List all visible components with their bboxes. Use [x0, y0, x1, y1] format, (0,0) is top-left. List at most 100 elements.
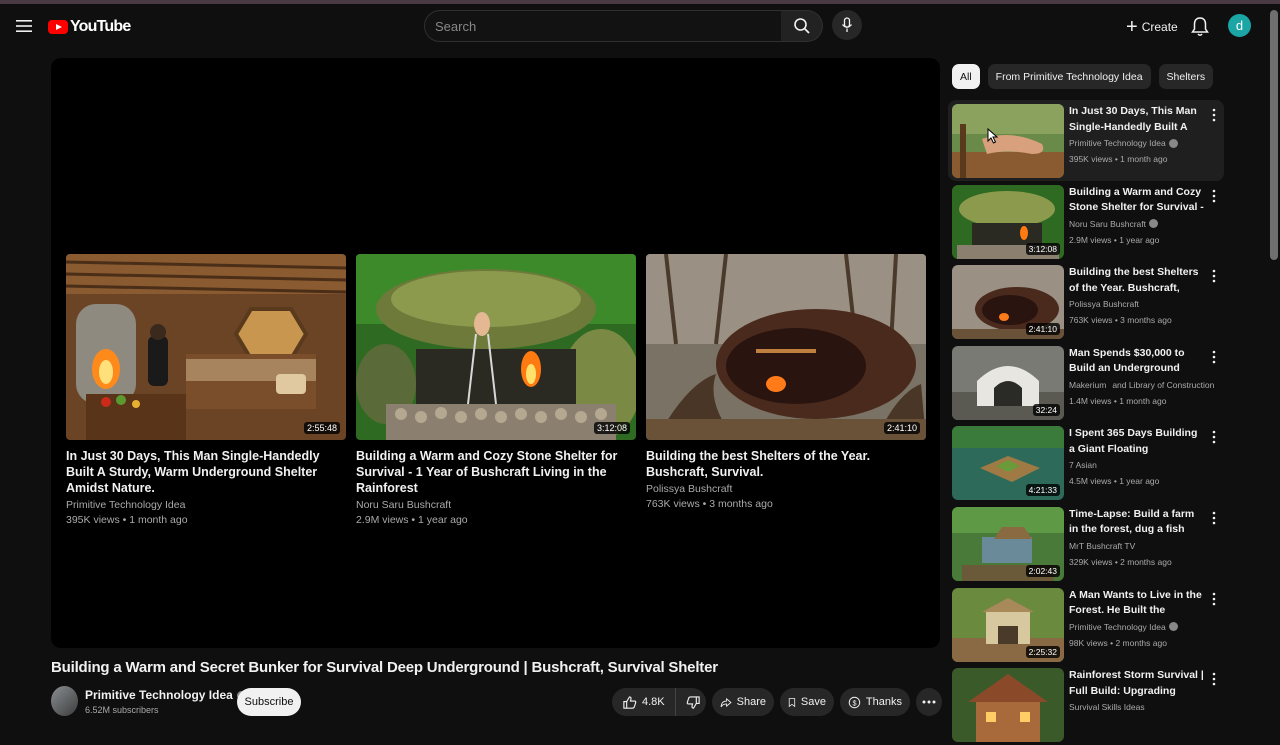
rec-title[interactable]: Time-Lapse: Build a farm in the forest, … [1069, 507, 1205, 538]
rec-thumbnail[interactable] [952, 668, 1064, 743]
endscreen-thumbnail[interactable]: 2:41:10 [646, 254, 926, 440]
kebab-menu-icon[interactable] [1212, 350, 1216, 364]
rec-thumbnail[interactable]: 2:41:10 [952, 265, 1064, 340]
rec-title[interactable]: I Spent 365 Days Building a Giant Floati… [1069, 426, 1205, 457]
kebab-menu-icon[interactable] [1212, 672, 1216, 686]
chip-from-channel[interactable]: From Primitive Technology Idea [987, 64, 1151, 89]
like-dislike-group: 4.8K [612, 688, 706, 716]
menu-icon[interactable] [14, 16, 34, 36]
kebab-menu-icon[interactable] [1212, 269, 1216, 283]
search-input[interactable] [425, 11, 781, 41]
subscribe-button[interactable]: Subscribe [237, 688, 301, 716]
create-button[interactable]: + Create [1118, 14, 1186, 40]
endscreen-channel[interactable]: Primitive Technology Idea [66, 498, 346, 513]
endscreen-meta: 763K views • 3 months ago [646, 498, 773, 510]
kebab-menu-icon[interactable] [1212, 430, 1216, 444]
chip-all[interactable]: All [952, 64, 980, 89]
save-label: Save [800, 696, 826, 708]
kebab-menu-icon[interactable] [1212, 592, 1216, 606]
mouse-cursor-icon [987, 128, 999, 144]
rec-meta: 395K views • 1 month ago [1069, 154, 1168, 164]
list-item[interactable]: 3:12:08 Building a Warm and Cozy Stone S… [948, 181, 1224, 262]
rec-meta: 4.5M views • 1 year ago [1069, 476, 1160, 487]
dislike-button[interactable] [676, 688, 711, 716]
chip-shelters[interactable]: Shelters [1158, 64, 1214, 89]
rec-channel-name: Primitive Technology Idea [1069, 621, 1166, 632]
save-button[interactable]: Save [780, 688, 834, 716]
endscreen-thumbnail[interactable]: 2:55:48 [66, 254, 346, 440]
endscreen-title[interactable]: Building the best Shelters of the Year. … [646, 448, 926, 480]
rec-channel[interactable]: Primitive Technology Idea [1069, 136, 1205, 150]
create-label: Create [1141, 20, 1178, 34]
kebab-menu-icon[interactable] [1212, 189, 1216, 203]
rec-channel[interactable]: Polissya Bushcraft [1069, 297, 1205, 311]
endscreen-channel[interactable]: Noru Saru Bushcraft [356, 498, 636, 513]
endscreen-channel[interactable]: Polissya Bushcraft [646, 482, 926, 497]
share-button[interactable]: Share [712, 688, 774, 716]
like-button[interactable]: 4.8K [612, 688, 676, 716]
rec-title[interactable]: A Man Wants to Live in the Forest. He Bu… [1069, 588, 1205, 619]
rec-channel[interactable]: Makerium and Library of Construction [1069, 378, 1214, 392]
rec-title[interactable]: In Just 30 Days, This Man Single-Handedl… [1069, 104, 1205, 135]
rec-channel-name: Polissya Bushcraft [1069, 299, 1139, 310]
rec-channel-extra: and Library of Construction [1112, 379, 1215, 390]
thumbs-down-icon [686, 695, 700, 709]
rec-meta: 2.9M views • 1 year ago [1069, 234, 1160, 245]
search-button[interactable] [781, 10, 823, 42]
channel-avatar[interactable] [51, 686, 78, 716]
recommendations-list: In Just 30 Days, This Man Single-Handedl… [948, 100, 1224, 745]
rec-thumbnail[interactable]: 32:24 [952, 345, 1064, 420]
microphone-icon [841, 17, 853, 32]
list-item[interactable]: Rainforest Storm Survival | Full Build: … [948, 664, 1224, 745]
voice-search-button[interactable] [832, 10, 862, 40]
rec-thumbnail[interactable]: 2:02:43 [952, 506, 1064, 581]
verified-badge-icon [1168, 622, 1178, 632]
rec-thumbnail[interactable]: 3:12:08 [952, 184, 1064, 259]
endscreen-video-card[interactable]: 2:41:10 Building the best Shelters of th… [646, 254, 926, 512]
list-item[interactable]: 4:21:33 I Spent 365 Days Building a Gian… [948, 422, 1224, 503]
endscreen-video-card[interactable]: 2:55:48 In Just 30 Days, This Man Single… [66, 254, 346, 528]
rec-duration: 2:02:43 [1025, 564, 1060, 577]
kebab-menu-icon[interactable] [1212, 511, 1216, 525]
endscreen-thumbnail[interactable]: 3:12:08 [356, 254, 636, 440]
channel-name[interactable]: Primitive Technology Idea [85, 688, 246, 702]
endscreen-title[interactable]: In Just 30 Days, This Man Single-Handedl… [66, 448, 346, 496]
rec-duration: 2:25:32 [1025, 645, 1060, 658]
notifications-bell-icon[interactable] [1190, 16, 1210, 38]
rec-title[interactable]: Rainforest Storm Survival | Full Build: … [1069, 668, 1205, 699]
thanks-label: Thanks [865, 696, 902, 708]
endscreen-title[interactable]: Building a Warm and Cozy Stone Shelter f… [356, 448, 636, 496]
rec-meta: 98K views • 2 months ago [1069, 637, 1167, 648]
rec-meta: 1.4M views • 1 month ago [1069, 395, 1167, 406]
endscreen-video-card[interactable]: 3:12:08 Building a Warm and Cozy Stone S… [356, 254, 636, 528]
rec-channel[interactable]: Noru Saru Bushcraft [1069, 217, 1205, 231]
list-item[interactable]: 2:25:32 A Man Wants to Live in the Fores… [948, 584, 1224, 665]
rec-channel[interactable]: Primitive Technology Idea [1069, 620, 1205, 634]
rec-title[interactable]: Building a Warm and Cozy Stone Shelter f… [1069, 185, 1205, 216]
youtube-logo[interactable]: YouTube [48, 17, 131, 37]
video-player[interactable]: 2:55:48 In Just 30 Days, This Man Single… [51, 58, 940, 648]
more-actions-button[interactable] [916, 688, 942, 716]
thanks-button[interactable]: $ Thanks [840, 688, 910, 716]
rec-meta: 763K views • 3 months ago [1069, 315, 1172, 326]
rec-channel[interactable]: MrT Bushcraft TV [1069, 539, 1205, 553]
rec-thumbnail[interactable]: 2:25:32 [952, 587, 1064, 662]
list-item[interactable]: 32:24 Man Spends $30,000 to Build an Und… [948, 342, 1224, 423]
rec-title[interactable]: Man Spends $30,000 to Build an Undergrou… [1069, 346, 1205, 377]
youtube-play-icon [48, 20, 68, 34]
share-icon [720, 697, 732, 707]
rec-thumbnail[interactable] [952, 104, 1064, 178]
endscreen-duration: 2:41:10 [883, 422, 920, 434]
list-item[interactable]: 2:02:43 Time-Lapse: Build a farm in the … [948, 503, 1224, 584]
search-box[interactable] [424, 10, 782, 42]
rec-channel[interactable]: Survival Skills Ideas [1069, 700, 1205, 714]
masthead: YouTube + Create d [0, 4, 1280, 52]
rec-thumbnail[interactable]: 4:21:33 [952, 426, 1064, 501]
account-avatar[interactable]: d [1228, 14, 1251, 37]
kebab-menu-icon[interactable] [1212, 108, 1216, 122]
page-scrollbar[interactable] [1270, 10, 1278, 260]
rec-title[interactable]: Building the best Shelters of the Year. … [1069, 265, 1205, 296]
list-item[interactable]: 2:41:10 Building the best Shelters of th… [948, 261, 1224, 342]
rec-channel-name: Primitive Technology Idea [1069, 138, 1166, 148]
rec-channel[interactable]: 7 Asian [1069, 458, 1205, 472]
